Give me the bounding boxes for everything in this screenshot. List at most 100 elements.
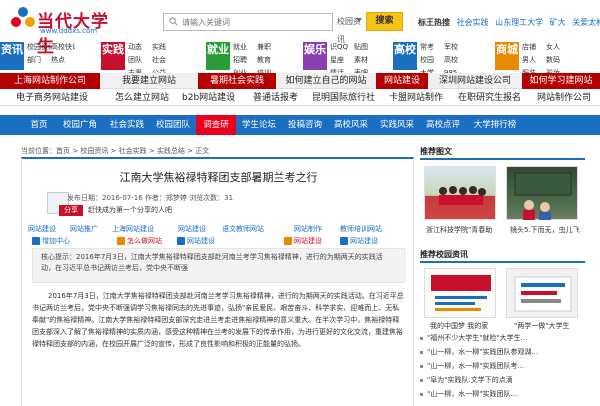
thumbnail-caption[interactable]: 镜头5.下而无，虫儿飞	[510, 225, 580, 235]
thumbnail-caption[interactable]: 我的中国梦 我的家	[430, 321, 488, 331]
category-link[interactable]: 识QQ	[330, 42, 354, 52]
hot-tag[interactable]: 关爱太格	[572, 18, 600, 27]
category-link[interactable]: 高校	[444, 55, 468, 65]
category-link[interactable]: 常考	[420, 42, 444, 52]
hot-tag[interactable]: 社会实践	[457, 18, 489, 27]
nav-forum[interactable]: 学生论坛	[236, 115, 282, 135]
category-tag[interactable]: 商城	[495, 42, 519, 70]
article-title: 江南大学焦裕禄特释团支部暑期兰考之行	[119, 171, 318, 184]
thumbnail-image[interactable]	[424, 268, 496, 318]
site-logo[interactable]: 当代大学生 www.dddxs.com	[10, 5, 120, 57]
article-panel: 江南大学焦裕禄特释团支部暑期兰考之行 发布日期：2016-07-16 作者：郑梦…	[21, 157, 414, 406]
ad-link[interactable]: 怎么建立网站	[115, 90, 169, 106]
text-link[interactable]: 网站建设	[187, 235, 215, 248]
ad-link[interactable]: 普通话报考	[253, 90, 298, 106]
thumbnail-caption[interactable]: "两学一做"大学生	[514, 321, 569, 331]
chevron-down-icon[interactable]	[356, 18, 362, 22]
list-item[interactable]: "山一柳，水一柳"实践团队参观湖...	[420, 347, 538, 358]
thumbnail-image[interactable]	[506, 166, 578, 220]
category-link[interactable]: 社会	[152, 55, 176, 65]
sidebar-heading-2: 推荐校园资讯	[420, 249, 585, 263]
thumbnail-image[interactable]	[506, 268, 578, 318]
nav-ranking[interactable]: 大学排行榜	[466, 115, 524, 135]
search-scope-select[interactable]: 校园资讯	[337, 13, 367, 44]
ad-link[interactable]: 深圳网站建设公司	[428, 73, 522, 89]
category-link[interactable]: 实践	[152, 42, 176, 52]
sidebar: 推荐图文 浙江科技学院"青春助 镜头5.下而无，虫儿飞 推荐校园资讯 我的中国梦…	[420, 146, 600, 406]
thumbnail-image[interactable]	[424, 166, 496, 220]
ad-link[interactable]: 在职研究生报名	[458, 90, 521, 106]
nav-colleges[interactable]: 高校风采	[328, 115, 374, 135]
category-link[interactable]: 素材	[354, 55, 378, 65]
category-link[interactable]: 兼职	[257, 42, 281, 52]
search-button[interactable]: 搜索	[366, 12, 403, 31]
ad-link[interactable]: 昆明国际旅行社	[312, 90, 375, 106]
thumbnail-caption[interactable]: 浙江科技学院"青春助	[426, 225, 492, 235]
link-icon	[117, 237, 125, 245]
nav-submit[interactable]: 投稿咨询	[282, 115, 328, 135]
sidebar-heading-1: 推荐图文	[420, 146, 585, 160]
hot-tag[interactable]: 山东理工大学	[495, 18, 543, 27]
ad-link[interactable]: 电子商务网站建设	[16, 90, 88, 106]
ad-link[interactable]: 上海网站制作公司	[0, 73, 100, 89]
category-link[interactable]: 校园资讯	[27, 42, 51, 52]
category-tag[interactable]: 实践	[101, 42, 125, 70]
category-link[interactable]: 部门	[27, 55, 51, 65]
category-band: 资讯 校园资讯高校快讯 部门热点 实践 动态实践 团队社会 志愿公益 就业 就业…	[0, 40, 600, 77]
main-nav: 首页 校园广角 社会实践 校园团队 调查研 学生论坛 投稿咨询 高校风采 实践风…	[0, 115, 600, 135]
article-summary: 核心提示：2016年7月3日，江南大学焦裕禄特释团支部赴河南兰考学习焦裕禄精神，…	[32, 248, 405, 283]
nav-survey[interactable]: 调查研	[196, 115, 236, 135]
list-item[interactable]: "阜为"实践队:文学下的点滴	[420, 375, 513, 386]
nav-practice-style[interactable]: 实践风采	[374, 115, 420, 135]
list-item[interactable]: "福州不少大学生"就检"大学生...	[420, 333, 527, 344]
category-link[interactable]: 高校快讯	[51, 42, 75, 52]
nav-review[interactable]: 高校点评	[420, 115, 466, 135]
category-link[interactable]: 校园	[420, 55, 444, 65]
poster-icon	[431, 275, 491, 311]
ad-link[interactable]: 我要建立网站	[100, 73, 198, 89]
category-link[interactable]: 数码	[546, 55, 570, 65]
category-tag[interactable]: 高校	[393, 42, 417, 70]
logo-url: www.dddxs.com	[40, 27, 98, 35]
text-link[interactable]: 怎么做网站	[127, 235, 162, 248]
nav-team[interactable]: 校园团队	[150, 115, 196, 135]
ad-link[interactable]: 如何建立自己的网站	[276, 73, 376, 89]
category-link[interactable]: 就业	[233, 42, 257, 52]
category-link[interactable]: 招聘	[233, 55, 257, 65]
nav-home[interactable]: 首页	[22, 115, 56, 135]
search-input[interactable]	[182, 16, 330, 28]
hot-tag[interactable]: 矿大	[550, 18, 566, 27]
nav-practice[interactable]: 社会实践	[104, 115, 150, 135]
site-header: 当代大学生 www.dddxs.com 校园资讯 搜索 标王热搜 社会实践 山东…	[0, 0, 600, 57]
text-link[interactable]: 增加中心	[42, 235, 70, 248]
category-link[interactable]: 军校	[444, 42, 468, 52]
ad-link[interactable]: 网站建设	[376, 73, 428, 89]
ad-link[interactable]: 卡盟网站制作	[389, 90, 443, 106]
category-tag[interactable]: 娱乐	[303, 42, 327, 70]
category-link[interactable]: 贴图	[354, 42, 378, 52]
category-link[interactable]: 教育	[257, 55, 281, 65]
category-link[interactable]: 店铺	[522, 42, 546, 52]
text-link[interactable]: 网站建设	[350, 235, 378, 248]
category-tag[interactable]: 资讯	[0, 42, 24, 70]
category-link[interactable]: 热点	[51, 55, 75, 65]
article-body: 2016年7月3日，江南大学焦裕禄特释团支部赴河南兰考学习焦裕禄精神，进行的为期…	[32, 292, 404, 348]
share-button[interactable]: 分享	[59, 205, 83, 216]
list-item[interactable]: "山一柳，水一柳"实践团队...	[420, 389, 517, 400]
ad-link[interactable]: 暑期社会实践	[198, 73, 276, 89]
ad-link[interactable]: 如何学习建网站	[522, 73, 600, 89]
category-tag[interactable]: 就业	[206, 42, 230, 70]
text-link[interactable]: 网站建设	[294, 235, 322, 248]
category-link[interactable]: 动态	[128, 42, 152, 52]
list-item[interactable]: "山一柳，水一柳"实践团队考...	[420, 361, 524, 372]
hot-tags-label: 标王热搜	[418, 18, 450, 27]
ad-link[interactable]: b2b网站建设	[182, 90, 235, 106]
breadcrumb[interactable]: 当前位置：首页 > 校园资讯 > 社会实践 > 实践总结 > 正文	[21, 146, 209, 156]
ad-link[interactable]: 网站制作公司	[537, 90, 591, 106]
category-link[interactable]: 团队	[128, 55, 152, 65]
nav-campus[interactable]: 校园广角	[56, 115, 104, 135]
category-link[interactable]: 星座	[330, 55, 354, 65]
category-link[interactable]: 女人	[546, 42, 570, 52]
poster-icon	[514, 276, 572, 312]
category-link[interactable]: 男人	[522, 55, 546, 65]
